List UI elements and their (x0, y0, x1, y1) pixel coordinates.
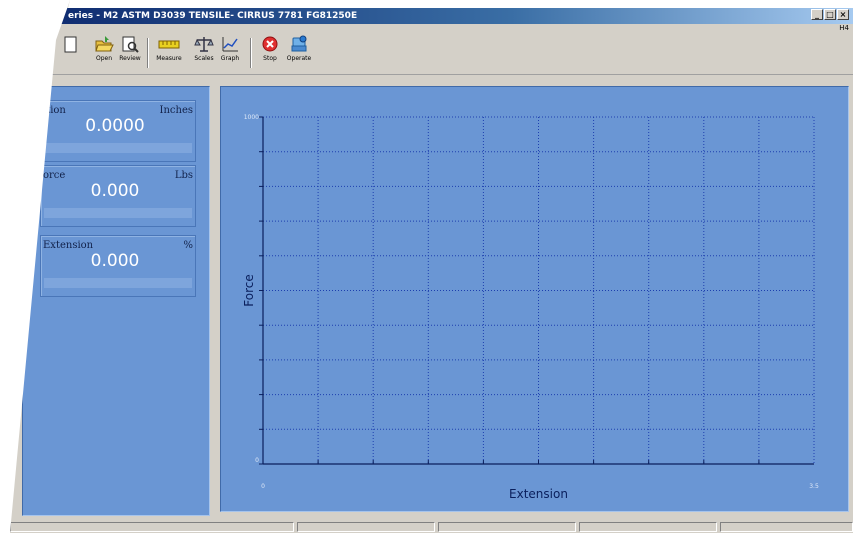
window-title: eries - M2 ASTM D3039 TENSILE- CIRRUS 77… (68, 11, 358, 21)
force-unit: Lbs (174, 170, 193, 181)
operate-label: Operate (286, 55, 312, 62)
x-axis-label: Extension (509, 487, 568, 501)
close-button[interactable]: × (837, 9, 849, 20)
extension-bar (44, 278, 192, 288)
measure-button[interactable]: Measure (155, 34, 183, 70)
stop-button[interactable]: Stop (256, 34, 284, 70)
position-bar (44, 143, 192, 153)
minimize-button[interactable]: _ (811, 9, 823, 20)
measure-label: Measure (156, 55, 182, 62)
x-tick-label: 0 (261, 483, 265, 490)
force-extension-chart[interactable]: 0 1000 0 3.5 Extension Force (221, 87, 848, 511)
position-unit: Inches (159, 105, 193, 116)
extension-value: 0.000 (90, 251, 140, 271)
menu-bar: H4 (0, 24, 853, 34)
open-folder-icon (95, 36, 114, 52)
toolbar: Open Review Measure Scales Graph Stop Op… (0, 34, 853, 75)
status-segment (438, 522, 576, 532)
review-label: Review (119, 55, 141, 62)
force-value: 0.000 (90, 181, 140, 201)
status-bar (10, 522, 853, 533)
graph-icon (222, 37, 238, 52)
y-tick-label: 0 (255, 457, 259, 464)
review-document-icon (122, 36, 139, 53)
status-segment (297, 522, 435, 532)
scales-label: Scales (194, 55, 214, 62)
position-value: 0.0000 (85, 116, 145, 136)
maximize-button[interactable]: □ (824, 9, 836, 20)
new-button[interactable] (56, 34, 84, 70)
chart-panel: 0 1000 0 3.5 Extension Force (220, 86, 849, 512)
force-label: orce (43, 170, 66, 181)
operate-icon (291, 35, 307, 52)
stop-label: Stop (263, 55, 277, 62)
status-segment (10, 522, 294, 532)
graph-button[interactable]: Graph (216, 34, 244, 70)
title-bar[interactable]: eries - M2 ASTM D3039 TENSILE- CIRRUS 77… (0, 8, 853, 24)
open-label: Open (95, 55, 113, 62)
review-button[interactable]: Review (116, 34, 144, 70)
force-readout: orce Lbs 0.000 (40, 165, 196, 227)
help-menu[interactable]: H4 (839, 24, 849, 32)
blank-document-icon (64, 36, 77, 53)
measure-ruler-icon (158, 40, 180, 49)
open-button[interactable]: Open (90, 34, 118, 70)
status-segment (720, 522, 853, 532)
force-bar (44, 208, 192, 218)
toolbar-separator (147, 38, 149, 68)
scales-icon (194, 37, 214, 52)
toolbar-separator (250, 38, 252, 68)
graph-label: Graph (220, 55, 240, 62)
status-segment (579, 522, 717, 532)
x-tick-label: 3.5 (809, 483, 819, 490)
position-label: ition (43, 105, 66, 116)
extension-readout: Extension % 0.000 (40, 235, 196, 297)
scales-button[interactable]: Scales (190, 34, 218, 70)
extension-label: Extension (43, 240, 94, 251)
application-window: eries - M2 ASTM D3039 TENSILE- CIRRUS 77… (0, 0, 853, 533)
window-controls: _ □ × (811, 9, 849, 20)
extension-unit: % (183, 240, 193, 251)
y-tick-label: 1000 (244, 114, 259, 121)
position-readout: ition Inches 0.0000 (40, 100, 196, 162)
operate-button[interactable]: Operate (285, 34, 313, 70)
stop-icon (262, 36, 278, 52)
y-axis-label: Force (242, 274, 256, 306)
